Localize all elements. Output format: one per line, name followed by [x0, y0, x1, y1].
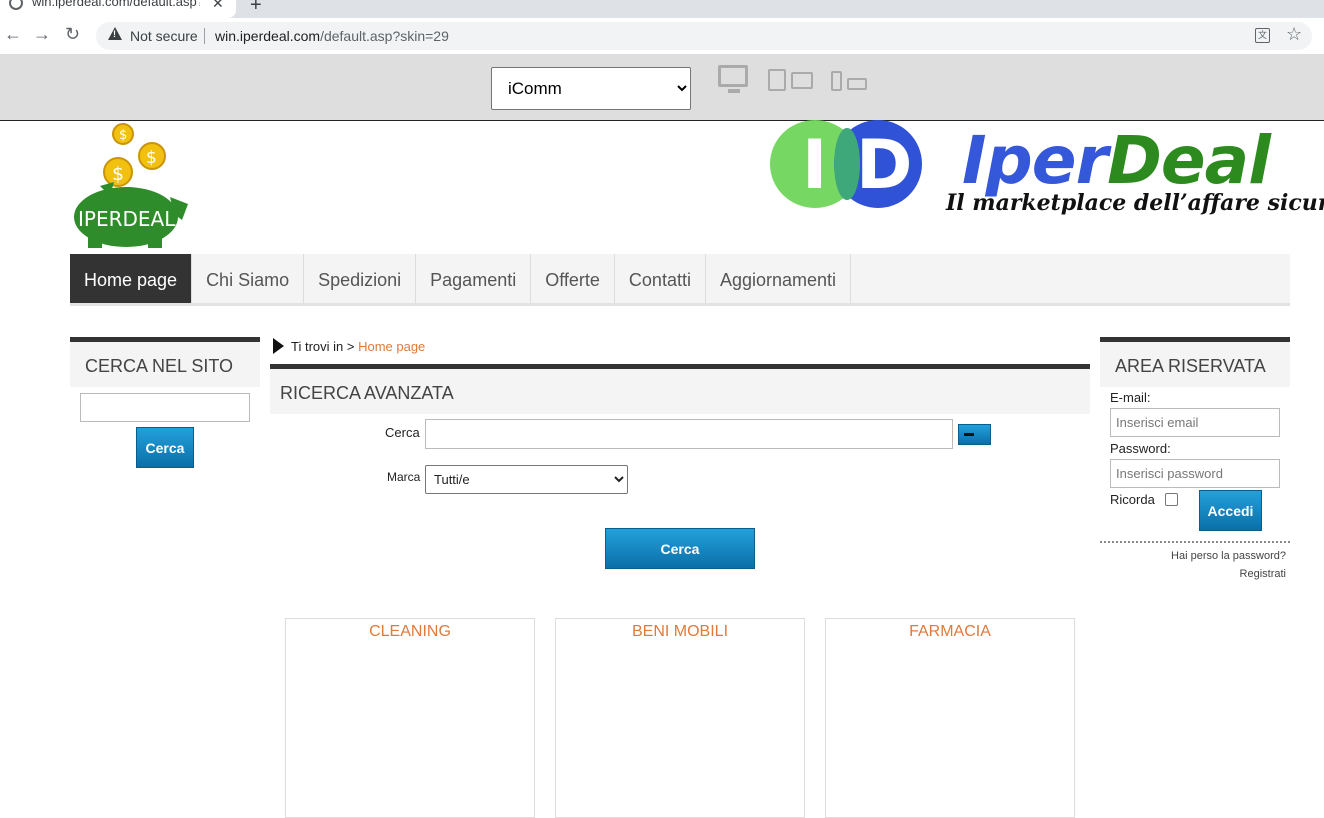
phone-portrait-icon[interactable] [831, 71, 842, 91]
browser-toolbar: ← → ↻ Not secure win.iperdeal.com/defaul… [0, 18, 1324, 55]
tablet-portrait-icon[interactable] [768, 69, 786, 91]
brand-name-iper: Iper [962, 122, 1108, 199]
category-title[interactable]: FARMACIA [826, 623, 1074, 641]
category-card-cleaning[interactable]: CLEANING [285, 618, 535, 818]
skin-select[interactable]: iComm [491, 67, 691, 110]
breadcrumb-prefix: Ti trovi in > [291, 339, 355, 354]
brand-name: IperDeal [962, 122, 1271, 199]
brand-tagline: Il marketplace dell’affare sicuro [946, 190, 1324, 216]
iperdeal-brand-logo[interactable]: I D IperDeal Il marketplace dell’affare … [768, 120, 1324, 220]
advanced-search-input[interactable] [425, 419, 953, 449]
menu-item-home[interactable]: Home page [70, 254, 193, 303]
logo-text: IPERDEAL [78, 207, 176, 231]
breadcrumb-current[interactable]: Home page [358, 339, 425, 354]
menu-item-pagamenti[interactable]: Pagamenti [416, 254, 532, 303]
category-card-farmacia[interactable]: FARMACIA [825, 618, 1075, 818]
desktop-icon[interactable] [718, 65, 748, 93]
marca-select[interactable]: Tutti/e [425, 465, 628, 494]
brand-name-deal: Deal [1107, 122, 1271, 199]
svg-text:$: $ [112, 163, 124, 185]
category-title[interactable]: CLEANING [286, 623, 534, 641]
forward-icon[interactable]: → [33, 24, 51, 45]
remember-checkbox[interactable] [1165, 493, 1178, 506]
divider [204, 28, 205, 44]
advanced-search-button[interactable]: Cerca [605, 528, 755, 569]
tab-title: win.iperdeal.com/default.asp?skin=29 [32, 0, 200, 9]
phone-landscape-icon[interactable] [847, 78, 867, 90]
site-search-heading: CERCA NEL SITO [70, 337, 260, 387]
breadcrumb: Ti trovi in > Home page [291, 339, 425, 354]
menu-item-offerte[interactable]: Offerte [531, 254, 615, 303]
password-field[interactable]: Inserisci password [1110, 459, 1280, 488]
lost-password-link[interactable]: Hai perso la password? [1096, 550, 1286, 562]
category-card-beni-mobili[interactable]: BENI MOBILI [555, 618, 805, 818]
register-link[interactable]: Registrati [1096, 568, 1286, 580]
back-icon[interactable]: ← [4, 24, 22, 45]
piggy-bank-logo[interactable]: $ $ $ IPERDEAL [70, 122, 190, 250]
browser-tab[interactable]: win.iperdeal.com/default.asp?skin=29 ✕ [0, 0, 236, 18]
menu-item-chi-siamo[interactable]: Chi Siamo [192, 254, 305, 303]
collapse-toggle-button[interactable] [958, 424, 991, 445]
site-search-input[interactable] [80, 393, 250, 422]
menu-item-aggiornamenti[interactable]: Aggiornamenti [706, 254, 852, 303]
url-text[interactable]: win.iperdeal.com/default.asp?skin=29 [215, 28, 449, 44]
email-field[interactable]: Inserisci email [1110, 408, 1280, 437]
warning-icon [108, 27, 122, 40]
cerca-label: Cerca [385, 425, 420, 440]
reserved-area-heading: AREA RISERVATA [1100, 337, 1290, 387]
not-secure-label[interactable]: Not secure [130, 28, 198, 44]
tablet-landscape-icon[interactable] [791, 72, 813, 89]
marca-label: Marca [387, 470, 421, 484]
breadcrumb-arrow-icon [273, 338, 284, 354]
url-host: win.iperdeal.com [215, 28, 321, 44]
address-bar[interactable]: Not secure win.iperdeal.com/default.asp?… [96, 22, 1312, 50]
main-menu: Home page Chi Siamo Spedizioni Pagamenti… [70, 254, 1290, 306]
category-title[interactable]: BENI MOBILI [556, 623, 804, 641]
advanced-search-heading: RICERCA AVANZATA [270, 364, 1090, 414]
brand-letter-i: I [802, 126, 828, 205]
close-icon[interactable]: ✕ [212, 0, 224, 12]
menu-item-spedizioni[interactable]: Spedizioni [304, 254, 417, 303]
password-label: Password: [1110, 441, 1171, 456]
new-tab-icon[interactable]: + [250, 0, 262, 17]
svg-text:$: $ [146, 148, 157, 168]
translate-icon[interactable]: 文 [1255, 28, 1270, 43]
brand-letter-d: D [856, 126, 913, 205]
star-icon[interactable]: ☆ [1286, 24, 1302, 45]
login-button[interactable]: Accedi [1199, 490, 1262, 531]
menu-item-contatti[interactable]: Contatti [615, 254, 706, 303]
email-label: E-mail: [1110, 390, 1151, 405]
url-path: /default.asp?skin=29 [320, 28, 449, 44]
reload-icon[interactable]: ↻ [65, 24, 80, 45]
browser-tab-strip: win.iperdeal.com/default.asp?skin=29 ✕ + [0, 0, 1324, 18]
svg-text:$: $ [119, 128, 127, 143]
divider [1100, 541, 1290, 543]
remember-label: Ricorda [1110, 492, 1155, 507]
site-search-button[interactable]: Cerca [136, 427, 194, 468]
globe-icon [9, 0, 23, 10]
skin-bar: iComm [0, 55, 1324, 121]
